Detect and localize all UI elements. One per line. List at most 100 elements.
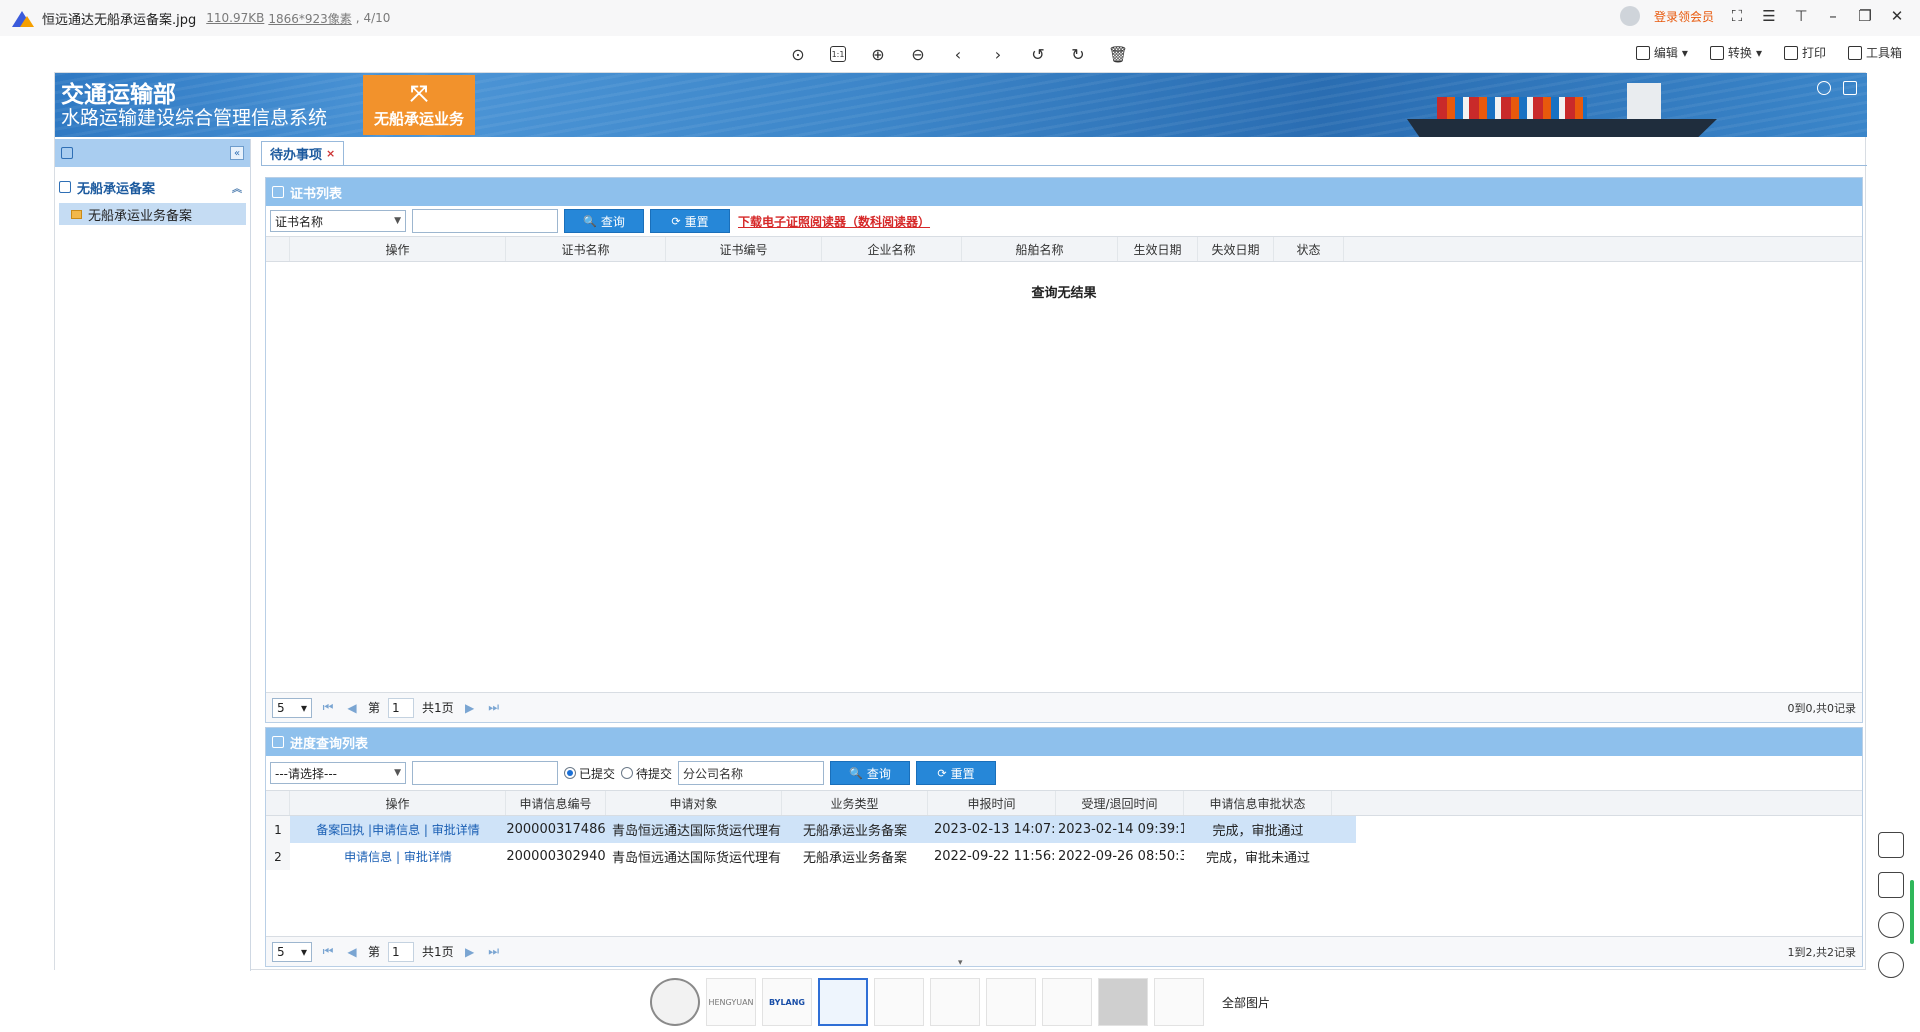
thumbnail-document[interactable] (930, 978, 980, 1026)
rotate-left-icon[interactable]: ↺ (1026, 42, 1050, 66)
col-header: 失效日期 (1198, 237, 1274, 261)
last-page-icon[interactable]: ⏭ (486, 700, 502, 715)
prev-page-icon[interactable]: ◀ (344, 945, 360, 959)
edit-button[interactable]: 编辑 ▾ (1635, 44, 1688, 61)
restore-icon[interactable]: ❐ (1856, 7, 1874, 25)
application-id: 200000302940 (506, 849, 606, 864)
all-images-link[interactable]: 全部图片 (1222, 994, 1270, 1011)
tab-divider (261, 165, 1867, 166)
table-row[interactable]: 1 备案回执 |申请信息 | 审批详情 200000317486 青岛恒远通达国… (266, 816, 1356, 843)
col-header: 状态 (1274, 237, 1344, 261)
scroll-down-icon[interactable] (1878, 952, 1904, 978)
row-number: 2 (266, 843, 290, 870)
vip-login-link[interactable]: 登录领会员 (1654, 8, 1714, 25)
thumbnail-logo[interactable]: HENGYUAN (706, 978, 756, 1026)
download-reader-link[interactable]: 下载电子证照阅读器（数科阅读器） (738, 213, 930, 230)
edit-icon (59, 181, 71, 193)
cert-search-input[interactable] (412, 209, 558, 233)
chevron-down-icon: ▼ (394, 216, 401, 226)
chevron-down-icon[interactable]: ▾ (958, 958, 963, 968)
progress-reset-button[interactable]: ⟳ 重置 (916, 761, 997, 785)
tab-close-icon[interactable]: × (326, 147, 335, 160)
thumbnail-current[interactable] (818, 978, 868, 1026)
progress-query-label: 查询 (866, 766, 891, 781)
first-page-icon[interactable]: ⏮ (320, 700, 336, 715)
last-page-icon[interactable]: ⏭ (486, 944, 502, 959)
cert-field-value: 证书名称 (275, 214, 324, 229)
menu-icon[interactable]: ☰ (1760, 7, 1778, 25)
zoom-in-icon[interactable]: ⊕ (866, 42, 890, 66)
tab-todo[interactable]: 待办事项 × (261, 141, 345, 165)
table-row[interactable]: 2 申请信息 | 审批详情 200000302940 青岛恒远通达国际货运代理有… (266, 843, 1356, 870)
page-size-select[interactable]: 5 ▾ (272, 697, 312, 718)
user-avatar-icon[interactable] (1619, 6, 1640, 26)
collapse-sidebar-button[interactable]: « (230, 146, 244, 160)
rotate-right-icon[interactable]: ↻ (1066, 42, 1090, 66)
prev-page-icon[interactable]: ◀ (344, 701, 360, 715)
thumbnail-seal[interactable] (650, 978, 700, 1026)
file-size[interactable]: 110.97KB (206, 11, 264, 25)
sidebar-group-nvocc[interactable]: 无船承运备案 ︽ (55, 175, 250, 199)
chevron-up-icon[interactable]: ︽ (232, 180, 242, 195)
user-icon[interactable] (1817, 81, 1831, 95)
radio-pending[interactable]: 待提交 (621, 765, 672, 782)
thumbnail-document[interactable] (874, 978, 924, 1026)
delete-icon[interactable]: 🗑 (1106, 42, 1130, 66)
mouse-mode-icon[interactable]: ⊙ (786, 42, 810, 66)
page-number-input[interactable]: 1 (388, 697, 415, 718)
cert-field-select[interactable]: 证书名称 ▼ (270, 210, 406, 232)
next-page-icon[interactable]: ▶ (462, 701, 478, 715)
col-header: 船舶名称 (962, 237, 1118, 261)
thumbnail-document[interactable] (1042, 978, 1092, 1026)
container-ship-image (1407, 83, 1717, 137)
page-size-select[interactable]: 5 ▾ (272, 941, 312, 962)
sidebar-item-nvocc-filing[interactable]: 无船承运业务备案 (59, 203, 246, 225)
ocr-icon[interactable] (1878, 912, 1904, 938)
first-page-icon[interactable]: ⏮ (320, 944, 336, 959)
convert-icon (1709, 45, 1724, 60)
thumbnail-logo[interactable]: BYLANG (762, 978, 812, 1026)
minimize-icon[interactable]: – (1824, 7, 1842, 25)
convert-button[interactable]: 转换 ▾ (1709, 44, 1762, 61)
prev-image-icon[interactable]: ‹ (946, 42, 970, 66)
scroll-indicator[interactable] (1910, 880, 1914, 944)
next-page-icon[interactable]: ▶ (462, 945, 478, 959)
page-number-input[interactable]: 1 (388, 941, 415, 962)
zoom-out-icon[interactable]: ⊖ (906, 42, 930, 66)
close-icon[interactable]: ✕ (1888, 7, 1906, 25)
radio-dot[interactable] (564, 767, 576, 779)
progress-search-input[interactable] (412, 761, 558, 785)
pin-icon[interactable]: ⊤ (1792, 7, 1810, 25)
cert-reset-button[interactable]: ⟳ 重置 (650, 209, 730, 233)
progress-query-button[interactable]: 🔍 查询 (830, 761, 911, 785)
lock-icon[interactable] (1843, 81, 1857, 95)
nvocc-module-tile[interactable]: ⤧ 无船承运业务 (363, 75, 475, 135)
toolbox-button[interactable]: 工具箱 (1847, 44, 1902, 61)
actual-size-label: 1:1 (830, 46, 846, 62)
business-type: 无船承运业务备案 (802, 824, 907, 839)
actual-size-button[interactable]: 1:1 (826, 42, 850, 66)
cert-list-panel: 证书列表 证书名称 ▼ 🔍 查询 ⟳ 重置 下载电子证照阅读器（数科阅读器） 操作 证… (265, 177, 1863, 723)
progress-type-value: ---请选择--- (275, 766, 337, 781)
ship-bridge (1627, 83, 1661, 119)
row-action-links[interactable]: 备案回执 |申请信息 | 审批详情 (290, 816, 506, 843)
fullscreen-icon[interactable]: ⛶ (1728, 7, 1746, 25)
floating-tools (1878, 832, 1904, 978)
radio-pending-label: 待提交 (636, 766, 673, 781)
row-action-links[interactable]: 申请信息 | 审批详情 (290, 843, 506, 870)
print-button[interactable]: 打印 (1783, 44, 1826, 61)
progress-type-select[interactable]: ---请选择--- ▼ (270, 762, 406, 784)
cert-list-title: 证书列表 (290, 186, 343, 202)
eraser-icon[interactable] (1878, 872, 1904, 898)
thumbnail-photo[interactable] (1098, 978, 1148, 1026)
crop-icon[interactable] (1878, 832, 1904, 858)
cert-pager: 5 ▾ ⏮ ◀ 第 1 共1页 ▶ ⏭ 0到0,共0记录 (266, 692, 1862, 722)
radio-dot[interactable] (621, 767, 634, 779)
thumbnail-document[interactable] (1154, 978, 1204, 1026)
cert-query-button[interactable]: 🔍 查询 (564, 209, 644, 233)
radio-submitted[interactable]: 已提交 (564, 765, 615, 782)
next-image-icon[interactable]: › (986, 42, 1010, 66)
viewer-titlebar: 恒远通达无船承运备案.jpg 110.97KB 1866*923像素 , 4/1… (0, 0, 1920, 36)
thumbnail-document[interactable] (986, 978, 1036, 1026)
branch-name-input[interactable]: 分公司名称 (678, 761, 825, 785)
